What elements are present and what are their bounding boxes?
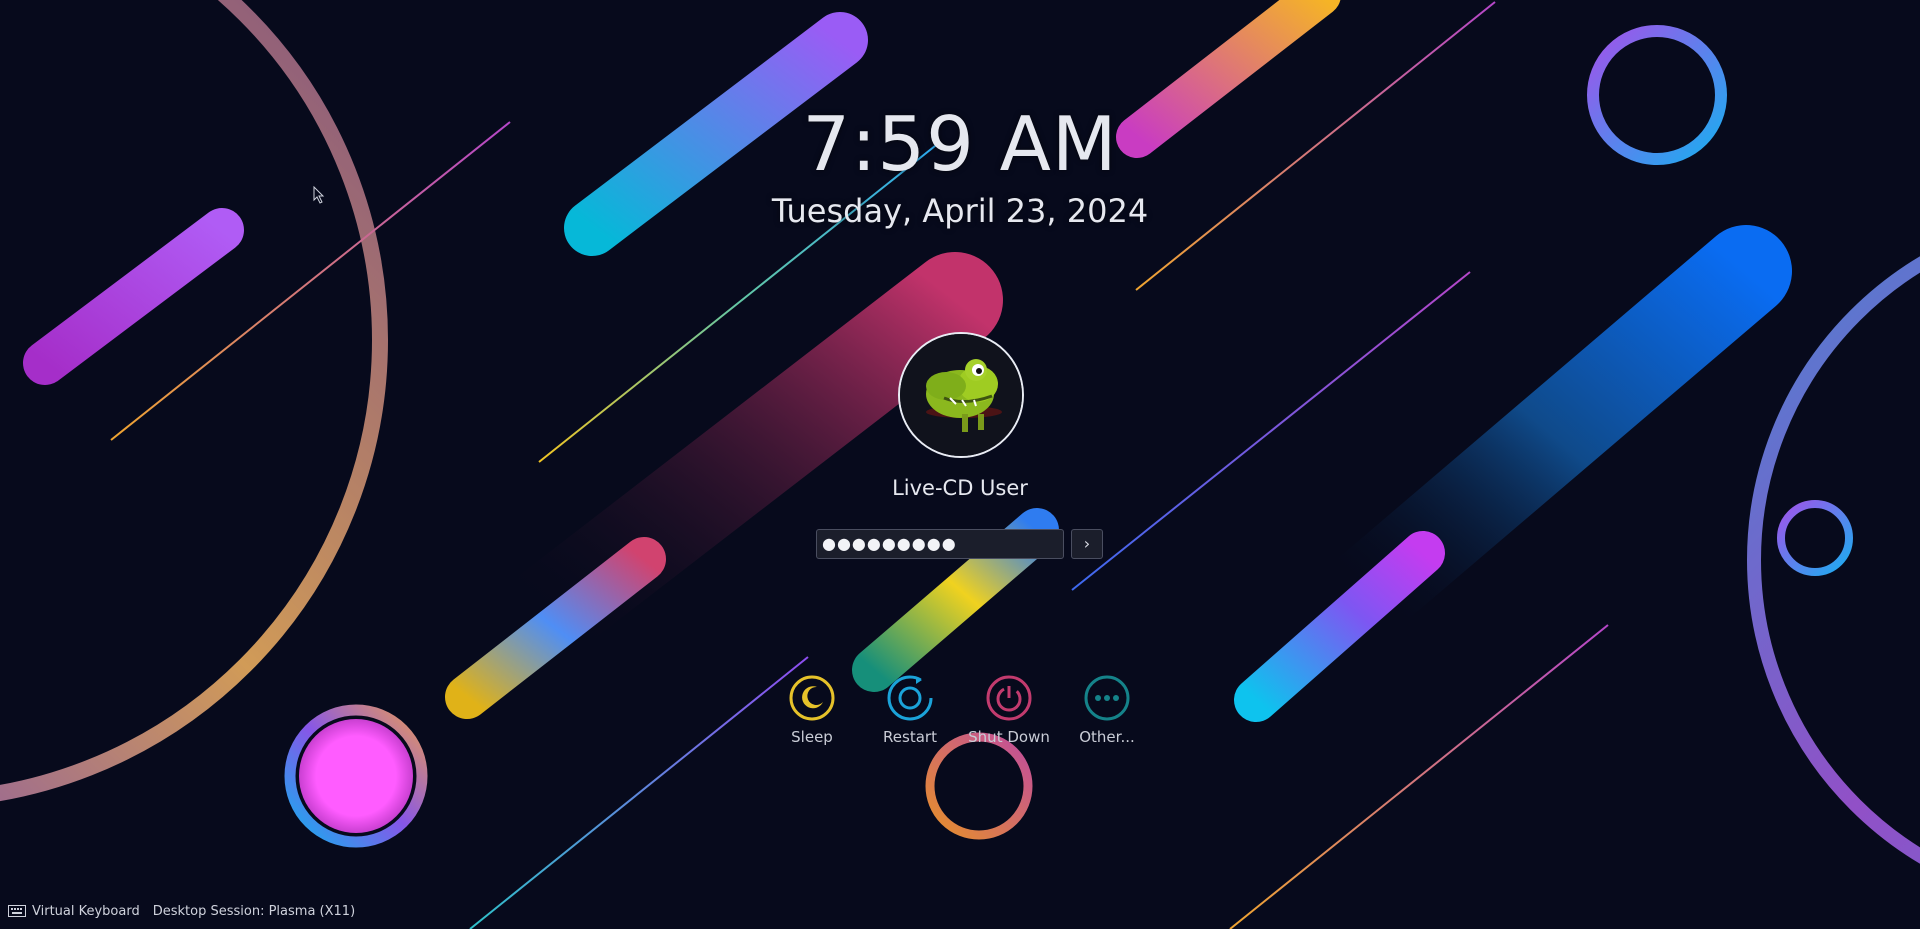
shutdown-button[interactable]: Shut Down bbox=[959, 674, 1059, 746]
clock-time: 7:59 AM bbox=[802, 100, 1118, 188]
restart-icon bbox=[887, 675, 933, 721]
password-field[interactable]: ●●●●●●●●● bbox=[816, 529, 1064, 559]
desktop-session-selector[interactable]: Desktop Session: Plasma (X11) bbox=[153, 904, 355, 919]
virtual-keyboard-button[interactable]: Virtual Keyboard bbox=[8, 904, 140, 919]
user-avatar[interactable] bbox=[898, 332, 1024, 458]
restart-button[interactable]: Restart bbox=[860, 674, 960, 746]
chevron-right-icon: › bbox=[1083, 534, 1091, 553]
clock-date: Tuesday, April 23, 2024 bbox=[771, 192, 1149, 230]
sleep-icon bbox=[789, 675, 835, 721]
other-button[interactable]: Other... bbox=[1057, 674, 1157, 746]
sleep-label: Sleep bbox=[791, 728, 833, 746]
power-icon bbox=[986, 675, 1032, 721]
other-label: Other... bbox=[1079, 728, 1135, 746]
username-label: Live-CD User bbox=[892, 476, 1028, 500]
chameleon-icon bbox=[900, 334, 1022, 456]
keyboard-icon bbox=[8, 905, 26, 917]
desktop-session-label: Desktop Session: Plasma (X11) bbox=[152, 903, 356, 919]
restart-label: Restart bbox=[883, 728, 937, 746]
sleep-button[interactable]: Sleep bbox=[762, 674, 862, 746]
login-screen: 7:59 AM Tuesday, April 23, 2024 Live-CD … bbox=[0, 0, 1920, 929]
more-icon bbox=[1084, 675, 1130, 721]
shutdown-label: Shut Down bbox=[968, 728, 1050, 746]
login-button[interactable]: › bbox=[1071, 529, 1103, 559]
footer-bar: Virtual Keyboard Desktop Session: Plasma… bbox=[8, 901, 368, 921]
virtual-keyboard-label: Virtual Keyboard bbox=[32, 903, 140, 919]
